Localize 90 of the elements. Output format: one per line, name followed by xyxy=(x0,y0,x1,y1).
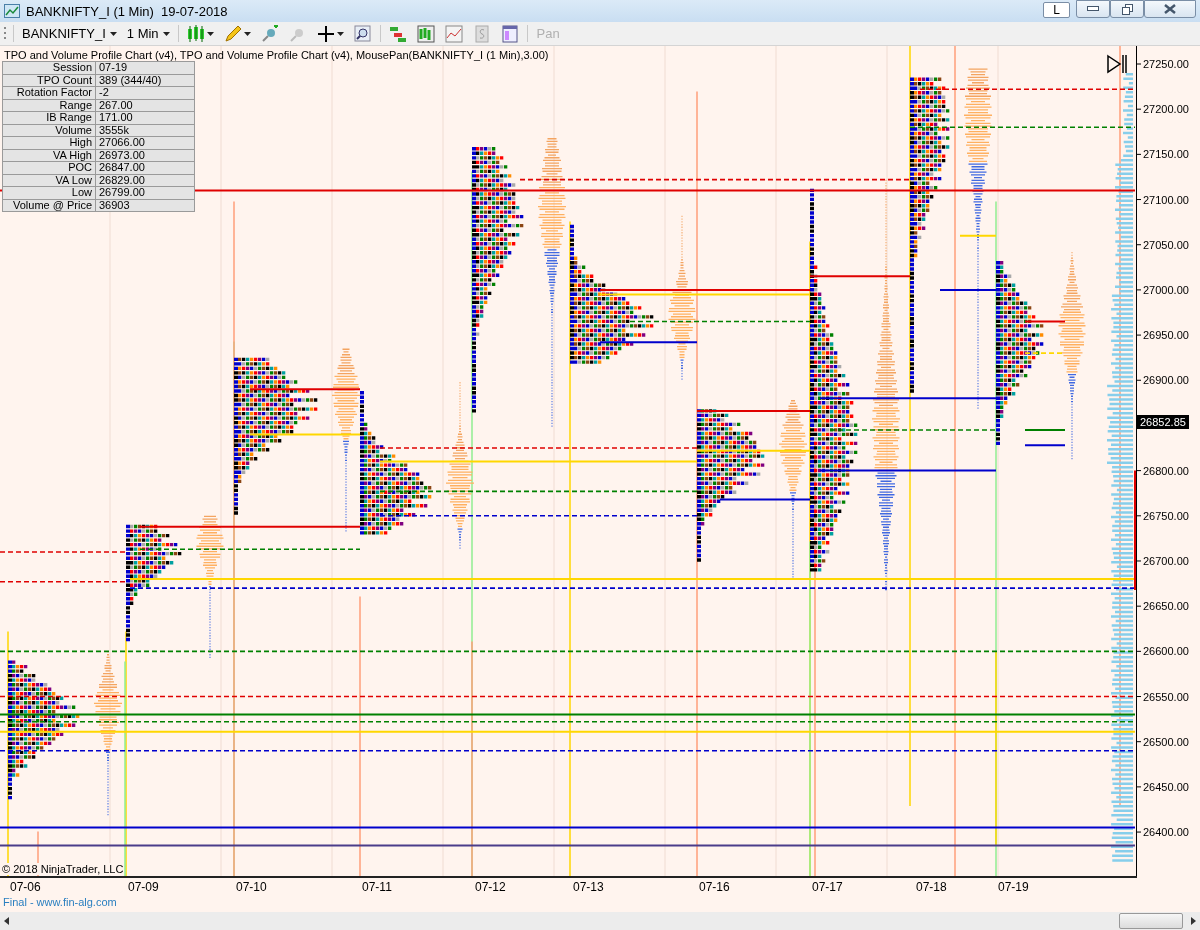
price-label: 26800.00 xyxy=(1143,464,1189,477)
date-label: 07-10 xyxy=(236,880,267,894)
info-value: 26829.00 xyxy=(95,174,195,187)
interval-dropdown[interactable]: 1 Min xyxy=(124,26,172,41)
pin-add-icon xyxy=(260,24,279,43)
info-value: 26973.00 xyxy=(95,149,195,162)
grip-icon xyxy=(4,26,7,41)
date-label: 07-18 xyxy=(916,880,947,894)
price-label: 27000.00 xyxy=(1143,283,1189,296)
footer-text: Final - www.fin-alg.com xyxy=(3,896,117,908)
scroll-thumb[interactable] xyxy=(1119,913,1183,929)
info-value: -2 xyxy=(95,86,195,99)
date-label: 07-13 xyxy=(573,880,604,894)
price-label: 26750.00 xyxy=(1143,509,1189,522)
last-price-tag: 26852.85 xyxy=(1137,414,1189,429)
restore-icon xyxy=(1121,3,1133,15)
indicator-label: TPO and Volume Profile Chart (v4), TPO and Volume Profile Chart (v4), MousePan(BANKNIFTY_I (1 Min),3.00) xyxy=(4,49,549,61)
caret-icon xyxy=(243,31,251,36)
price-label: 27150.00 xyxy=(1143,148,1189,161)
info-value: 27066.00 xyxy=(95,136,195,149)
minimize-icon xyxy=(1087,6,1099,12)
date-label: 07-16 xyxy=(699,880,730,894)
window-icon xyxy=(500,24,519,43)
price-label: 26700.00 xyxy=(1143,554,1189,567)
price-level-line xyxy=(959,234,997,237)
caret-icon xyxy=(206,31,214,36)
info-label: Volume @ Price xyxy=(2,199,96,212)
price-level-line xyxy=(1024,444,1066,447)
price-label: 26500.00 xyxy=(1143,735,1189,748)
caret-icon xyxy=(336,31,344,36)
date-label: 07-17 xyxy=(812,880,843,894)
price-level-line xyxy=(1024,320,1066,323)
info-value: 07-19 xyxy=(95,61,195,74)
price-label: 26650.00 xyxy=(1143,600,1189,613)
info-value: 26799.00 xyxy=(95,186,195,199)
scroll-left-icon[interactable] xyxy=(4,917,9,925)
bar-chart-button[interactable] xyxy=(414,24,437,43)
close-icon xyxy=(1164,4,1176,14)
candlestick-icon xyxy=(186,24,205,43)
price-label: 26400.00 xyxy=(1143,826,1189,839)
date-label: 07-09 xyxy=(128,880,159,894)
window-title: BANKNIFTY_I (1 Min) 19-07-2018 xyxy=(26,3,229,19)
caret-icon xyxy=(162,31,170,36)
instrument-dropdown[interactable]: BANKNIFTY_I xyxy=(20,26,119,41)
price-level-line xyxy=(1024,428,1066,431)
price-label: 26950.00 xyxy=(1143,329,1189,342)
price-label: 26450.00 xyxy=(1143,780,1189,793)
price-label: 26900.00 xyxy=(1143,374,1189,387)
line-chart-button[interactable] xyxy=(442,24,465,43)
date-label: 07-19 xyxy=(998,880,1029,894)
close-button[interactable] xyxy=(1144,0,1196,18)
minimize-button[interactable] xyxy=(1076,0,1110,18)
scroll-right-icon[interactable] xyxy=(1191,917,1196,925)
app-icon xyxy=(4,4,20,18)
info-label: Rotation Factor xyxy=(2,86,96,99)
price-label: 27100.00 xyxy=(1143,193,1189,206)
info-label: Range xyxy=(2,99,96,112)
date-label: 07-12 xyxy=(475,880,506,894)
crosshair-icon xyxy=(316,24,335,43)
price-level-line xyxy=(939,288,997,291)
price-label: 27050.00 xyxy=(1143,238,1189,251)
strategy-icon xyxy=(388,24,407,43)
info-label: Volume xyxy=(2,124,96,137)
price-label: 26550.00 xyxy=(1143,690,1189,703)
info-label: POC xyxy=(2,161,96,174)
price-label: 27200.00 xyxy=(1143,103,1189,116)
caret-icon xyxy=(109,31,117,36)
info-label: TPO Count xyxy=(2,74,96,87)
restore-button[interactable] xyxy=(1110,0,1144,18)
info-label: Session xyxy=(2,61,96,74)
info-label: VA Low xyxy=(2,174,96,187)
pencil-icon xyxy=(223,24,242,43)
info-value: 26847.00 xyxy=(95,161,195,174)
mode-button[interactable]: L xyxy=(1043,2,1070,18)
price-label: 26600.00 xyxy=(1143,645,1189,658)
info-label: Low xyxy=(2,186,96,199)
copyright-text: © 2018 NinjaTrader, LLC xyxy=(2,863,124,875)
date-label: 07-06 xyxy=(10,880,41,894)
info-label: High xyxy=(2,136,96,149)
info-value: 36903 xyxy=(95,199,195,212)
info-value: 389 (344/40) xyxy=(95,74,195,87)
info-value: 267.00 xyxy=(95,99,195,112)
info-label: IB Range xyxy=(2,111,96,124)
price-label: 27250.00 xyxy=(1143,58,1189,70)
info-value: 3555k xyxy=(95,124,195,137)
horizontal-scrollbar[interactable] xyxy=(0,912,1200,930)
info-value: 171.00 xyxy=(95,111,195,124)
info-label: VA High xyxy=(2,149,96,162)
date-label: 07-11 xyxy=(362,880,392,894)
magnifier-button[interactable] xyxy=(351,24,374,43)
